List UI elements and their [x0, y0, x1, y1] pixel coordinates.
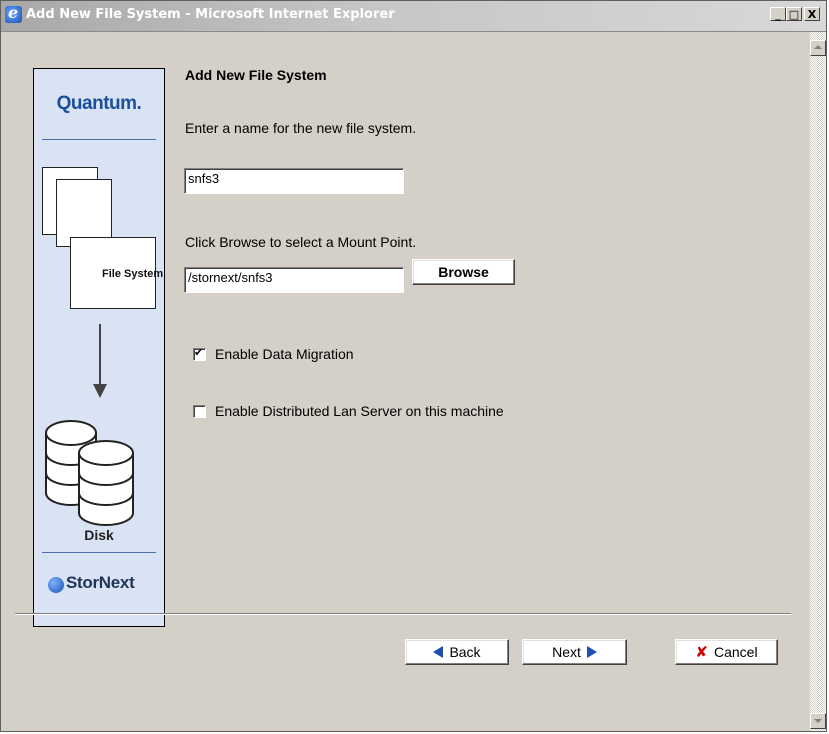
- title-bar[interactable]: Add New File System - Microsoft Internet…: [1, 1, 826, 32]
- close-button[interactable]: X: [804, 7, 820, 21]
- flow-arrow-line: [99, 324, 101, 386]
- back-button-label: Back: [449, 644, 481, 660]
- ie-window: Add New File System - Microsoft Internet…: [0, 0, 827, 732]
- wizard-sidebar: Quantum. File System Disk StorNext: [33, 68, 165, 627]
- minimize-button[interactable]: _: [770, 7, 786, 21]
- window-controls: _ □ X: [770, 7, 820, 21]
- browse-button[interactable]: Browse: [412, 259, 515, 285]
- maximize-button[interactable]: □: [786, 7, 802, 21]
- internet-explorer-icon: [5, 3, 22, 23]
- dialog-content: Quantum. File System Disk StorNext: [1, 32, 811, 731]
- scroll-down-button[interactable]: [810, 713, 826, 729]
- vertical-scrollbar[interactable]: [810, 32, 826, 731]
- back-arrow-icon: [433, 646, 444, 658]
- file-system-step-label: File System: [102, 268, 164, 280]
- disk-step-label: Disk: [84, 527, 114, 543]
- stornext-logo: StorNext: [66, 573, 135, 592]
- data-migration-label: Enable Data Migration: [215, 346, 354, 362]
- stornext-logo-icon: [48, 577, 64, 593]
- button-divider: [15, 613, 791, 615]
- disk-divider: [42, 552, 156, 553]
- file-system-name-input[interactable]: snfs3: [184, 168, 404, 194]
- quantum-logo: Quantum.: [56, 93, 142, 114]
- cancel-x-icon: ✘: [695, 643, 708, 661]
- browse-button-label: Browse: [438, 264, 489, 280]
- next-arrow-icon: [586, 646, 597, 658]
- cancel-button[interactable]: ✘ Cancel: [675, 639, 778, 665]
- next-button[interactable]: Next: [522, 639, 627, 665]
- brand-divider: [42, 139, 156, 140]
- mount-point-input[interactable]: /stornext/snfs3: [184, 267, 404, 293]
- down-arrow-icon: [93, 384, 107, 398]
- name-prompt: Enter a name for the new file system.: [185, 120, 417, 136]
- scroll-up-button[interactable]: [810, 40, 826, 56]
- mount-point-prompt: Click Browse to select a Mount Point.: [185, 234, 417, 250]
- back-button[interactable]: Back: [405, 639, 509, 665]
- next-button-label: Next: [552, 644, 581, 660]
- cancel-button-label: Cancel: [713, 644, 758, 660]
- disk-icon: [78, 440, 134, 526]
- data-migration-checkbox[interactable]: [193, 346, 206, 361]
- distributed-lan-server-label: Enable Distributed Lan Server on this ma…: [215, 403, 504, 419]
- distributed-lan-server-checkbox[interactable]: [193, 405, 206, 418]
- window-title: Add New File System - Microsoft Internet…: [26, 7, 395, 22]
- page-title: Add New File System: [185, 67, 327, 83]
